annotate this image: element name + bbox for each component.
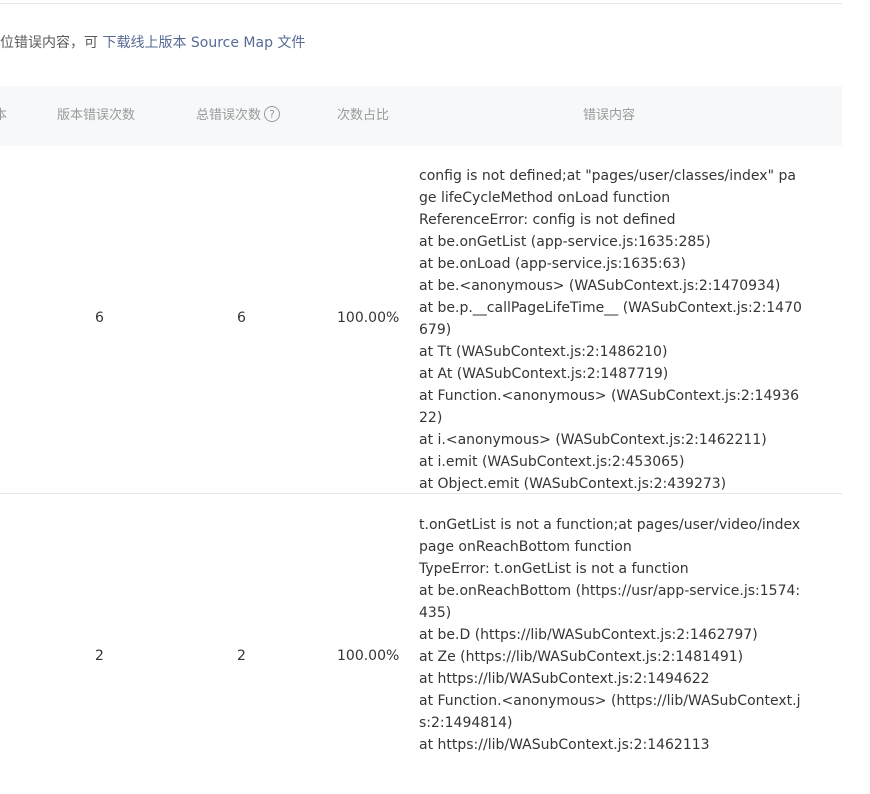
hint-text: 定位错误内容，可 (0, 35, 98, 51)
error-line: at be.onGetList (app-service.js:1635:285… (419, 234, 711, 250)
column-ratio: 次数占比 (337, 108, 390, 123)
error-ratio: 100.00% (337, 648, 400, 664)
error-line: at https://lib/WASubContext.js:2:1462113 (419, 737, 710, 753)
error-line: at Function.<anonymous> (WASubContext.js… (419, 388, 800, 426)
table-row: 2 2 100.00% t.onGetList is not a functio… (0, 494, 842, 794)
error-line: at https://lib/WASubContext.js:2:1494622 (419, 671, 710, 687)
error-line: at Ze (https://lib/WASubContext.js:2:148… (419, 649, 744, 665)
error-line: at Function.<anonymous> (https://lib/WAS… (419, 693, 801, 731)
error-line: at Object.emit (WASubContext.js:2:439273… (419, 476, 727, 492)
error-ratio: 100.00% (337, 310, 400, 326)
version-error-count: 6 (95, 310, 104, 326)
column-total-errors: 总错误次数? (196, 86, 281, 146)
error-line: at be.D (https://lib/WASubContext.js:2:1… (419, 627, 758, 643)
total-error-count: 6 (237, 310, 246, 326)
error-line: at Tt (WASubContext.js:2:1486210) (419, 344, 668, 360)
error-line: at be.onLoad (app-service.js:1635:63) (419, 256, 686, 272)
column-total-errors-label: 总错误次数 (196, 108, 262, 123)
download-source-map-link[interactable]: 下载线上版本 Source Map 文件 (102, 35, 305, 51)
error-line: at be.onReachBottom (https://usr/app-ser… (419, 583, 801, 621)
error-line: TypeError: t.onGetList is not a function (419, 561, 689, 577)
column-version-errors: 版本错误次数 (57, 108, 136, 123)
column-error-content: 错误内容 (583, 108, 636, 123)
error-line: at be.<anonymous> (WASubContext.js:2:147… (419, 278, 781, 294)
error-line: at be.p.__callPageLifeTime__ (WASubConte… (419, 300, 802, 338)
version-error-count: 2 (95, 648, 104, 664)
error-line: config is not defined;at "pages/user/cla… (419, 168, 796, 206)
table-row: 6 6 100.00% config is not defined;at "pa… (0, 146, 842, 494)
total-error-count: 2 (237, 648, 246, 664)
error-line: ReferenceError: config is not defined (419, 212, 676, 228)
source-map-hint: 定位错误内容，可 下载线上版本 Source Map 文件 (0, 32, 305, 52)
error-line: at i.<anonymous> (WASubContext.js:2:1462… (419, 432, 767, 448)
error-line: at At (WASubContext.js:2:1487719) (419, 366, 669, 382)
error-line: at i.emit (WASubContext.js:2:453065) (419, 454, 685, 470)
error-content: config is not defined;at "pages/user/cla… (419, 165, 803, 495)
error-line: t.onGetList is not a function;at pages/u… (419, 517, 801, 555)
table-header: 本 版本错误次数 总错误次数? 次数占比 错误内容 (0, 86, 842, 146)
top-divider (0, 3, 842, 4)
question-circle-icon[interactable]: ? (264, 106, 281, 122)
column-version: 本 (0, 108, 8, 123)
error-content: t.onGetList is not a function;at pages/u… (419, 514, 803, 756)
